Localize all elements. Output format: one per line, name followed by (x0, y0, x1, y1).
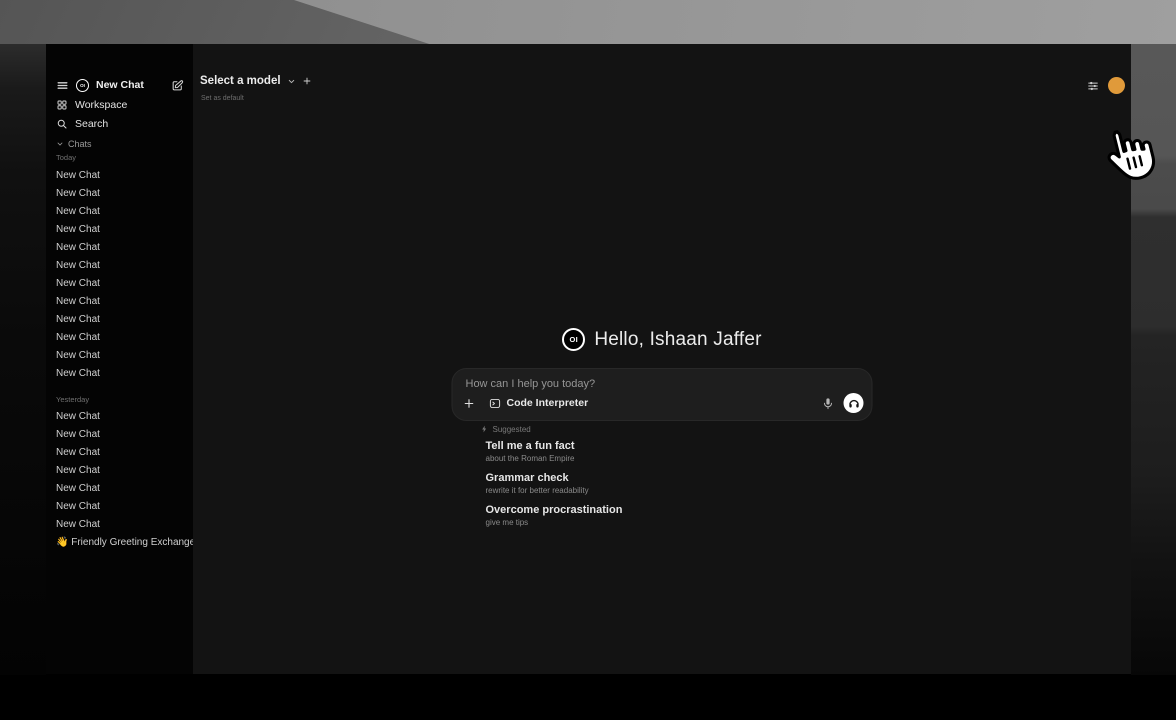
chat-list-item[interactable]: New Chat (46, 311, 193, 329)
headphones-icon (847, 397, 860, 410)
desktop-wallpaper-top (0, 0, 1176, 44)
desktop-wallpaper-right (1131, 44, 1176, 675)
main-area: Select a model Set as default OI Hello, … (193, 44, 1131, 674)
suggested-section: Suggested Tell me a fun fact about the R… (452, 421, 873, 528)
app-logo-icon: OI (76, 79, 89, 92)
attach-plus-icon[interactable] (463, 397, 476, 410)
chat-list-today: New Chat New Chat New Chat New Chat New … (46, 167, 193, 383)
chat-list-item[interactable]: New Chat (46, 516, 193, 534)
chats-section-header[interactable]: Chats (46, 136, 193, 151)
greeting-row: OI Hello, Ishaan Jaffer (193, 328, 1131, 351)
suggested-label: Suggested (493, 425, 531, 434)
chat-list-item[interactable]: New Chat (46, 203, 193, 221)
controls-sliders-icon[interactable] (1086, 79, 1100, 93)
sidebar-new-chat-title[interactable]: New Chat (96, 79, 164, 91)
chat-list-item[interactable]: New Chat (46, 329, 193, 347)
suggested-prompt-title: Tell me a fun fact (486, 440, 873, 453)
search-label: Search (75, 118, 108, 130)
bolt-icon (481, 425, 489, 433)
chat-list-item[interactable]: New Chat (46, 498, 193, 516)
workspace-grid-icon (56, 99, 68, 111)
desktop-wallpaper-left (0, 44, 46, 675)
chat-input-placeholder[interactable]: How can I help you today? (466, 378, 596, 390)
suggested-prompt-subtitle: rewrite it for better readability (486, 486, 873, 496)
header-right-controls (1086, 77, 1125, 94)
chat-input-box[interactable]: How can I help you today? Code Interpret… (452, 368, 873, 421)
model-selector[interactable]: Select a model (200, 75, 312, 87)
chevron-down-icon (287, 77, 296, 86)
greeting-text: Hello, Ishaan Jaffer (594, 329, 761, 351)
chat-group-label-yesterday: Yesterday (46, 393, 193, 407)
search-icon (56, 118, 68, 130)
suggested-prompt-subtitle: about the Roman Empire (486, 454, 873, 464)
code-interpreter-label: Code Interpreter (507, 397, 589, 409)
chevron-down-icon (56, 140, 64, 148)
user-avatar[interactable] (1108, 77, 1125, 94)
suggested-prompt[interactable]: Overcome procrastination give me tips (486, 504, 873, 528)
chat-list-item[interactable]: New Chat (46, 365, 193, 383)
set-as-default-link[interactable]: Set as default (201, 95, 244, 102)
chat-list-item[interactable]: New Chat (46, 408, 193, 426)
chat-list-item[interactable]: New Chat (46, 462, 193, 480)
chats-label: Chats (68, 139, 92, 149)
chat-group-label-today: Today (46, 151, 193, 165)
chat-list-item[interactable]: New Chat (46, 275, 193, 293)
chat-list-item[interactable]: New Chat (46, 347, 193, 365)
sidebar-item-workspace[interactable]: Workspace (46, 95, 193, 114)
code-interpreter-toggle[interactable]: Code Interpreter (489, 397, 589, 410)
chat-list-item[interactable]: New Chat (46, 239, 193, 257)
chat-list-item[interactable]: 👋 Friendly Greeting Exchange (46, 534, 193, 552)
chat-list-item[interactable]: New Chat (46, 167, 193, 185)
chat-list-item[interactable]: New Chat (46, 444, 193, 462)
sidebar: OI New Chat Workspace Search (46, 44, 193, 674)
chat-list-item[interactable]: New Chat (46, 221, 193, 239)
sidebar-item-search[interactable]: Search (46, 114, 193, 133)
sidebar-toggle-icon[interactable] (56, 79, 69, 92)
suggested-prompt-subtitle: give me tips (486, 518, 873, 528)
chat-list-item[interactable]: New Chat (46, 480, 193, 498)
chat-list-item[interactable]: New Chat (46, 426, 193, 444)
code-interpreter-terminal-icon (489, 397, 502, 410)
app-logo-icon: OI (562, 328, 585, 351)
model-selector-label: Select a model (200, 75, 281, 87)
suggested-prompt-title: Overcome procrastination (486, 504, 873, 517)
microphone-icon[interactable] (822, 397, 835, 410)
screenshot-root: OI New Chat Workspace Search (0, 0, 1176, 720)
chat-list-yesterday: New Chat New Chat New Chat New Chat New … (46, 408, 193, 552)
sidebar-header: OI New Chat (46, 75, 193, 95)
wallpaper-dark-shape (0, 0, 1176, 44)
chat-input-actions: Code Interpreter (463, 393, 864, 413)
voice-call-headphones-button[interactable] (844, 393, 864, 413)
suggested-prompt[interactable]: Tell me a fun fact about the Roman Empir… (486, 440, 873, 464)
add-model-plus-icon[interactable] (302, 76, 312, 86)
chat-list-item[interactable]: New Chat (46, 293, 193, 311)
suggested-list: Tell me a fun fact about the Roman Empir… (452, 440, 873, 528)
new-chat-pencil-icon[interactable] (171, 79, 184, 92)
open-webui-window: OI New Chat Workspace Search (46, 44, 1131, 674)
suggested-prompt-title: Grammar check (486, 472, 873, 485)
chat-list-item[interactable]: New Chat (46, 257, 193, 275)
suggested-header: Suggested (481, 424, 873, 434)
suggested-prompt[interactable]: Grammar check rewrite it for better read… (486, 472, 873, 496)
workspace-label: Workspace (75, 99, 127, 111)
chat-list-item[interactable]: New Chat (46, 185, 193, 203)
